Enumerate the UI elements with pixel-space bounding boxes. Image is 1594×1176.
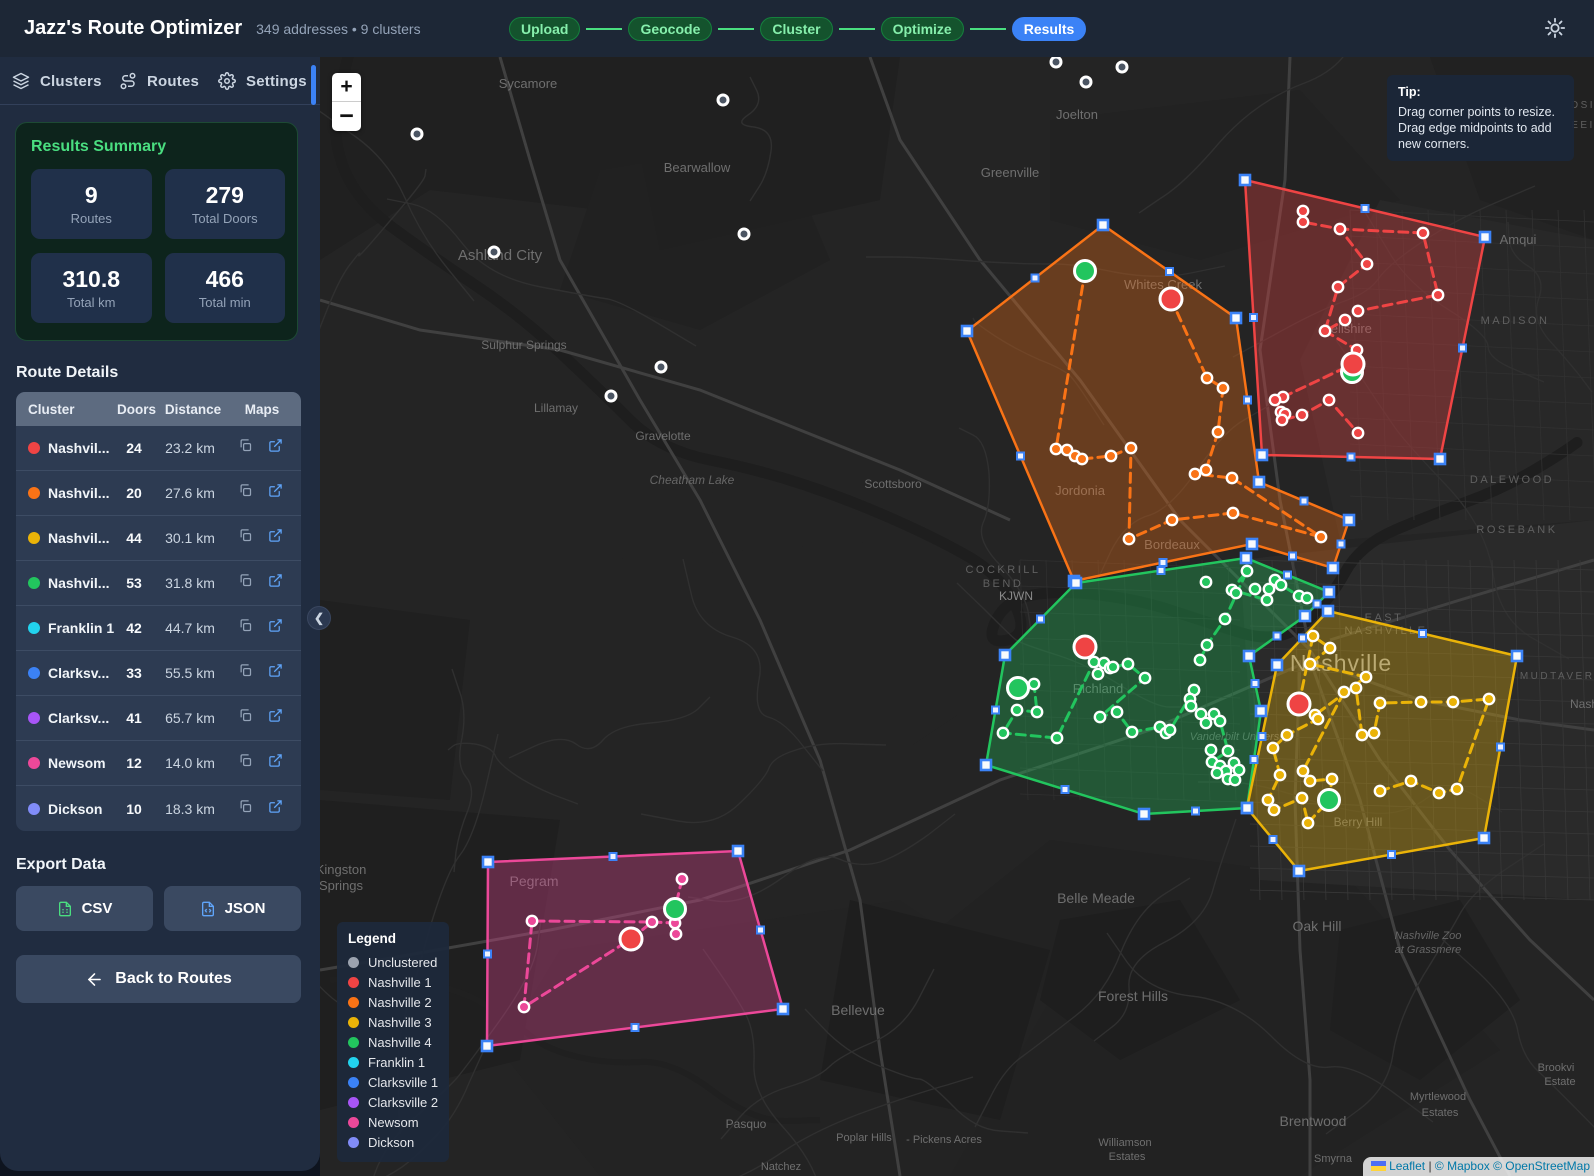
svg-text:Kingston: Kingston — [320, 862, 366, 877]
svg-text:Nashville Zoo: Nashville Zoo — [1395, 930, 1462, 942]
svg-text:Bearwallow: Bearwallow — [664, 160, 731, 175]
svg-text:Oak Hill: Oak Hill — [1292, 918, 1341, 934]
svg-text:Gravelotte: Gravelotte — [635, 429, 691, 443]
svg-text:- Pickens Acres: - Pickens Acres — [906, 1134, 982, 1146]
svg-text:ROSEBANK: ROSEBANK — [1476, 524, 1557, 536]
svg-text:Estates: Estates — [1422, 1107, 1459, 1119]
svg-text:Forest Hills: Forest Hills — [1098, 988, 1168, 1004]
svg-text:Amqui: Amqui — [1500, 232, 1537, 247]
svg-text:Nash: Nash — [1570, 697, 1594, 711]
svg-text:Lillamay: Lillamay — [534, 401, 578, 415]
svg-text:KJWN: KJWN — [999, 589, 1033, 603]
svg-text:COCKRILL: COCKRILL — [965, 564, 1040, 576]
svg-text:Sycamore: Sycamore — [499, 76, 558, 91]
svg-text:Joelton: Joelton — [1056, 107, 1098, 122]
svg-text:Brentwood: Brentwood — [1280, 1113, 1347, 1129]
svg-text:Smyrna: Smyrna — [1314, 1153, 1353, 1165]
svg-text:Natchez: Natchez — [761, 1161, 801, 1173]
svg-text:EEI: EEI — [1571, 120, 1594, 131]
svg-text:Springs: Springs — [320, 878, 364, 893]
svg-text:Cheatham Lake: Cheatham Lake — [650, 473, 735, 487]
svg-text:Ashland City: Ashland City — [458, 247, 543, 264]
svg-text:Sulphur Springs: Sulphur Springs — [481, 338, 566, 352]
svg-text:at Grassmere: at Grassmere — [1395, 944, 1462, 956]
svg-text:Greenville: Greenville — [981, 165, 1040, 180]
svg-text:DSI: DSI — [1571, 100, 1594, 111]
svg-text:MADISON: MADISON — [1481, 315, 1550, 327]
svg-text:Bellevue: Bellevue — [831, 1002, 885, 1018]
svg-text:Brookvi: Brookvi — [1538, 1062, 1575, 1074]
svg-text:Estate: Estate — [1544, 1076, 1575, 1088]
svg-text:Belle Meade: Belle Meade — [1057, 890, 1135, 906]
svg-text:Pasquo: Pasquo — [726, 1117, 767, 1131]
svg-text:Estates: Estates — [1109, 1151, 1146, 1163]
svg-text:Myrtlewood: Myrtlewood — [1410, 1091, 1466, 1103]
svg-text:MUDTAVERN: MUDTAVERN — [1520, 671, 1594, 682]
svg-text:Poplar Hills: Poplar Hills — [836, 1132, 892, 1144]
svg-text:Scottsboro: Scottsboro — [864, 477, 922, 491]
svg-text:Williamson: Williamson — [1098, 1137, 1151, 1149]
svg-text:DALEWOOD: DALEWOOD — [1470, 474, 1554, 486]
